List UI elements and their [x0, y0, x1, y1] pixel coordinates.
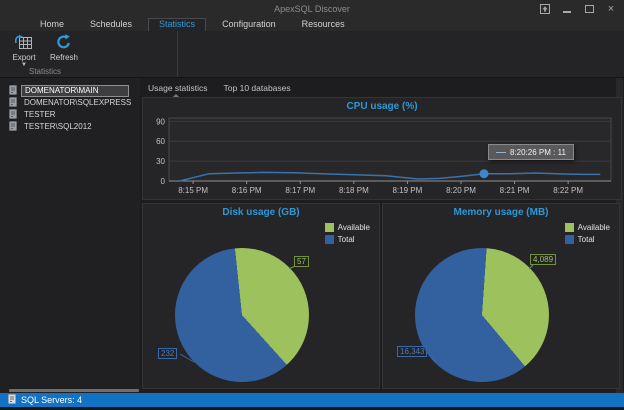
cpu-usage-panel: CPU usage (%) 0 30 60 90 8:15 PM 8:16 PM 8:17 … [142, 97, 622, 200]
ribbon-group-caption: Statistics [0, 67, 90, 76]
server-icon [8, 394, 16, 406]
maximize-button[interactable] [582, 3, 596, 16]
statusbar-label: SQL Servers: 4 [21, 395, 82, 405]
disk-total-label: 232 [158, 348, 177, 359]
tab-top-10-databases-label: Top 10 databases [224, 83, 291, 93]
memory-legend: Available Total [565, 221, 610, 245]
ribbon-tab-bar: Home Schedules Statistics Configuration … [0, 18, 624, 31]
cpu-selected-point[interactable] [480, 169, 489, 178]
x-axis-tick-label: 8:17 PM [285, 186, 315, 195]
legend-item-total: Total [325, 233, 370, 245]
chart-tooltip: 8:20:26 PM : 11 [488, 144, 574, 160]
statistics-subtabs: Usage statistics Top 10 databases [148, 81, 291, 96]
server-list-panel: DOMENATOR\MAIN DOMENATOR\SQLEXPRESS TEST… [0, 78, 140, 393]
legend-swatch-blue [565, 235, 574, 244]
close-button[interactable]: × [604, 3, 618, 16]
disk-chart-title: Disk usage (GB) [143, 207, 379, 218]
ribbon-tab-resources[interactable]: Resources [292, 18, 355, 31]
memory-pie[interactable] [415, 248, 549, 382]
server-label[interactable]: DOMENATOR\MAIN [21, 85, 129, 97]
x-axis-tick-label: 8:21 PM [500, 186, 530, 195]
legend-item-available: Available [565, 221, 610, 233]
export-icon [14, 34, 34, 52]
server-label[interactable]: TESTER [21, 110, 59, 120]
export-label: Export [12, 53, 35, 62]
tab-top-10-databases[interactable]: Top 10 databases [224, 81, 291, 96]
ribbon-tab-schedules[interactable]: Schedules [80, 18, 142, 31]
memory-available-label: 4,089 [530, 254, 556, 265]
legend-label: Available [338, 223, 370, 232]
memory-chart-title: Memory usage (MB) [383, 207, 619, 218]
legend-label: Available [578, 223, 610, 232]
server-label[interactable]: DOMENATOR\SQLEXPRESS [21, 98, 134, 108]
cpu-chart-title: CPU usage (%) [143, 101, 621, 112]
window-controls: × [538, 2, 618, 16]
y-axis-tick-label: 60 [156, 137, 165, 146]
content-area: Usage statistics Top 10 databases CPU us… [140, 78, 624, 393]
server-item[interactable]: TESTER [0, 109, 140, 121]
refresh-icon [55, 34, 73, 52]
ribbon-tab-home[interactable]: Home [30, 18, 74, 31]
x-axis-tick-label: 8:18 PM [339, 186, 369, 195]
tooltip-text: 8:20:26 PM : 11 [510, 148, 566, 157]
tab-usage-statistics[interactable]: Usage statistics [148, 81, 208, 96]
memory-total-label: 16,343 [397, 346, 427, 357]
x-axis-tick-label: 8:22 PM [553, 186, 583, 195]
server-item[interactable]: TESTER\SQL2012 [0, 121, 140, 133]
statusbar: SQL Servers: 4 [0, 393, 624, 407]
server-icon [9, 109, 17, 121]
y-axis-tick-label: 0 [161, 177, 166, 186]
legend-swatch-green [565, 223, 574, 232]
legend-label: Total [338, 235, 355, 244]
memory-usage-panel: Memory usage (MB) Available Total 4,089 [382, 203, 620, 389]
ribbon-tab-statistics[interactable]: Statistics [148, 18, 206, 31]
x-axis-tick-label: 8:15 PM [178, 186, 208, 195]
x-axis-tick-label: 8:20 PM [446, 186, 476, 195]
sidebar-horizontal-scrollbar[interactable] [9, 389, 139, 392]
ribbon-group-statistics: Export ▼ Refresh Statistics [0, 31, 178, 77]
legend-label: Total [578, 235, 595, 244]
legend-item-available: Available [325, 221, 370, 233]
legend-swatch-green [325, 223, 334, 232]
server-icon [9, 85, 17, 97]
disk-available-label: 57 [294, 256, 309, 267]
disk-usage-panel: Disk usage (GB) Available Total 57 [142, 203, 380, 389]
ribbon-toggle-icon[interactable] [538, 3, 552, 16]
ribbon-tab-configuration[interactable]: Configuration [212, 18, 286, 31]
legend-swatch-blue [325, 235, 334, 244]
disk-pie[interactable] [175, 248, 309, 382]
server-label[interactable]: TESTER\SQL2012 [21, 122, 95, 132]
x-axis-tick-label: 8:16 PM [232, 186, 262, 195]
disk-legend: Available Total [325, 221, 370, 245]
legend-item-total: Total [565, 233, 610, 245]
ribbon-body: Export ▼ Refresh Statistics [0, 31, 624, 78]
tab-usage-statistics-label: Usage statistics [148, 83, 208, 93]
app-window: ApexSQL Discover × Home Schedules Statis… [0, 0, 624, 410]
server-item[interactable]: DOMENATOR\SQLEXPRESS [0, 97, 140, 109]
y-axis-tick-label: 30 [156, 157, 165, 166]
server-icon [9, 97, 17, 109]
titlebar: ApexSQL Discover × [0, 0, 624, 18]
minimize-button[interactable] [560, 3, 574, 16]
y-axis-tick-label: 90 [156, 117, 165, 126]
refresh-button[interactable]: Refresh [44, 33, 84, 68]
window-title: ApexSQL Discover [0, 0, 624, 18]
export-button[interactable]: Export ▼ [4, 33, 44, 68]
server-item[interactable]: DOMENATOR\MAIN [0, 85, 140, 97]
x-axis-tick-label: 8:19 PM [393, 186, 423, 195]
tooltip-series-dash-icon [496, 152, 506, 153]
refresh-label: Refresh [50, 53, 78, 62]
server-icon [9, 121, 17, 133]
